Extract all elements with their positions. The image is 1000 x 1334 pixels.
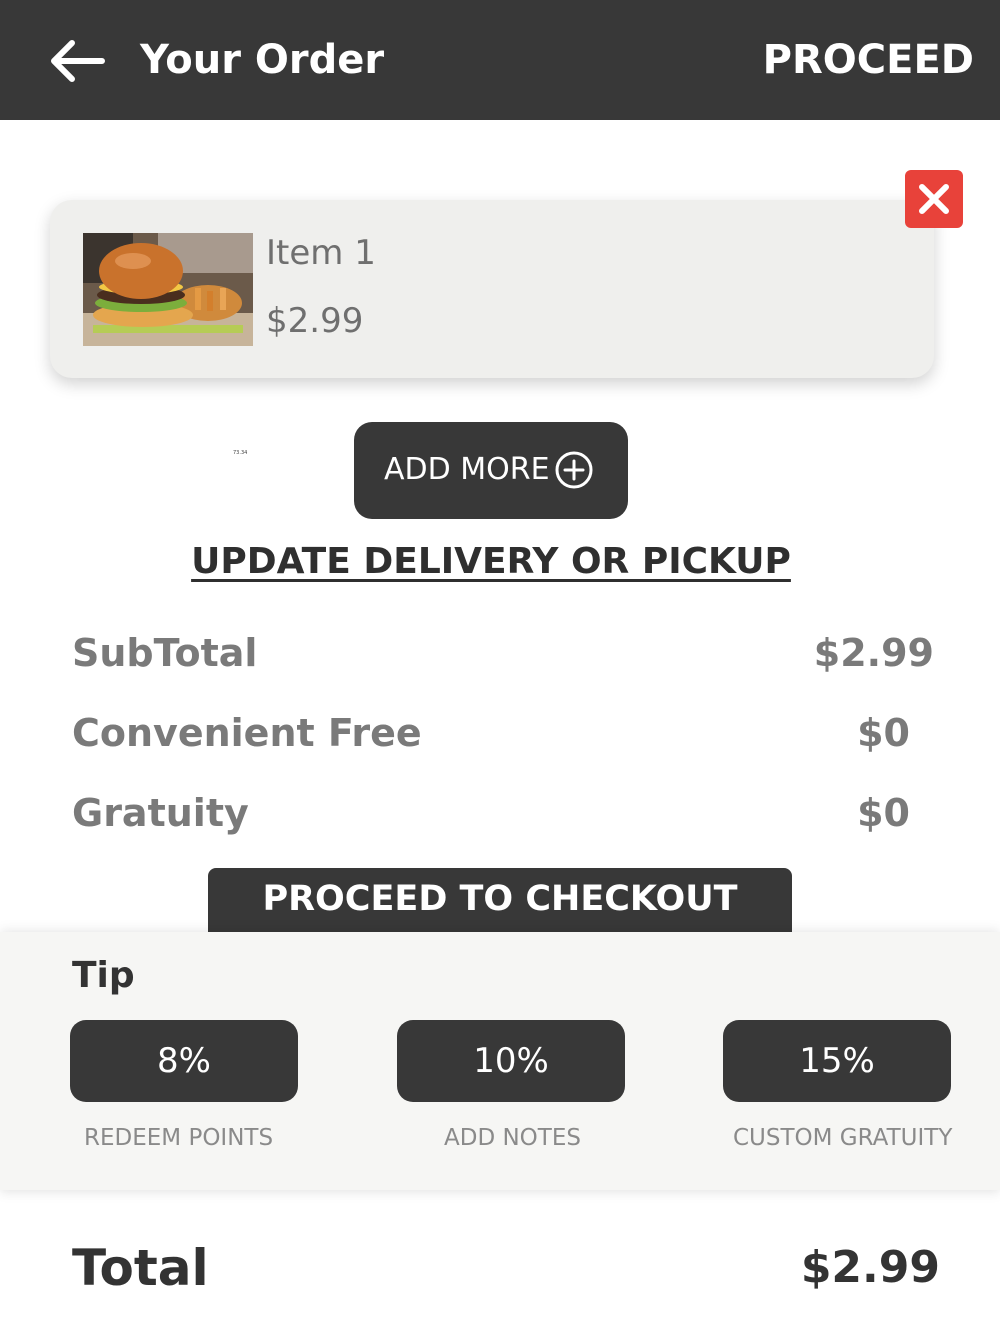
tip-8-button[interactable]: 8% [70, 1020, 298, 1102]
gratuity-label: Gratuity [72, 791, 249, 835]
plus-circle-icon [555, 451, 593, 489]
cart-item-card: Item 1 $2.99 [50, 200, 934, 378]
burger-photo [83, 233, 253, 346]
remove-item-button[interactable] [905, 170, 963, 228]
add-more-label: ADD MORE [384, 452, 550, 487]
add-more-button[interactable]: ADD MORE [354, 422, 628, 519]
subtotal-value: $2.99 [813, 631, 934, 675]
fee-label: Convenient Free [72, 711, 422, 755]
subtotal-label: SubTotal [72, 631, 258, 675]
gratuity-row: Gratuity $0 [72, 788, 910, 838]
tip-option-label: 8% [157, 1041, 211, 1081]
update-delivery-link[interactable]: UPDATE DELIVERY OR PICKUP [0, 538, 982, 586]
tip-panel: Tip 8% 10% 15% REDEEM POINTS ADD NOTES C… [0, 932, 1000, 1190]
proceed-button[interactable]: PROCEED [763, 34, 974, 86]
fee-value: $0 [857, 711, 910, 755]
top-bar: Your Order PROCEED [0, 0, 1000, 120]
custom-gratuity-link[interactable]: CUSTOM GRATUITY [733, 1122, 952, 1154]
item-price: $2.99 [266, 301, 364, 341]
tiny-note: 73.34 [233, 450, 248, 456]
subtotal-row: SubTotal $2.99 [72, 628, 934, 678]
tip-10-button[interactable]: 10% [397, 1020, 625, 1102]
tip-option-label: 10% [473, 1041, 549, 1081]
arrow-left-icon[interactable] [44, 34, 110, 88]
add-notes-link[interactable]: ADD NOTES [444, 1122, 581, 1154]
tip-title: Tip [72, 955, 135, 996]
tip-15-button[interactable]: 15% [723, 1020, 951, 1102]
proceed-to-checkout-button[interactable]: PROCEED TO CHECKOUT [208, 868, 792, 934]
page-title: Your Order [140, 37, 385, 83]
close-icon [919, 184, 949, 214]
checkout-label: PROCEED TO CHECKOUT [262, 879, 738, 919]
redeem-points-link[interactable]: REDEEM POINTS [84, 1122, 273, 1154]
total-label: Total [72, 1239, 209, 1297]
item-name: Item 1 [266, 233, 376, 273]
gratuity-value: $0 [857, 791, 910, 835]
tip-option-label: 15% [799, 1041, 875, 1081]
fee-row: Convenient Free $0 [72, 708, 910, 758]
total-value: $2.99 [800, 1242, 940, 1293]
